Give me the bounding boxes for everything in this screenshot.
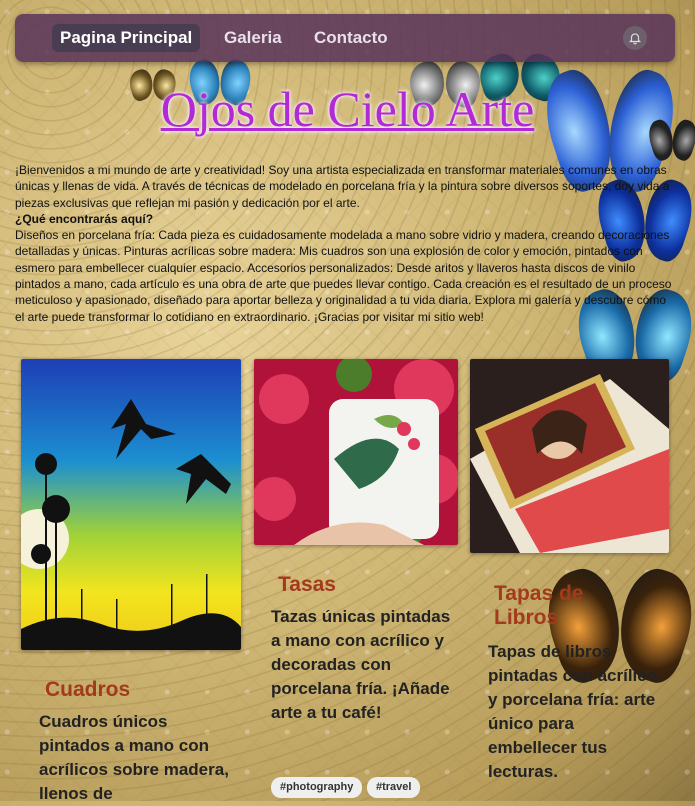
intro-paragraph: ¡Bienvenidos a mi mundo de arte y creati… [15,163,670,210]
card-title-cuadros[interactable]: Cuadros [45,678,130,702]
card-image-tapas[interactable] [470,359,669,553]
card-image-cuadros[interactable] [21,359,241,650]
nav-link-contact[interactable]: Contacto [306,24,396,52]
card-title-tasas[interactable]: Tasas [278,573,336,597]
bell-icon[interactable] [623,26,647,50]
tag-travel[interactable]: #travel [367,777,421,798]
card-desc-tasas: Tazas únicas pintadas a mano con acrílic… [271,607,451,722]
tag-photography[interactable]: #photography [271,777,363,798]
intro-text: ¡Bienvenidos a mi mundo de arte y creati… [15,162,677,325]
nav-link-gallery[interactable]: Galeria [216,24,290,52]
card-image-tasas[interactable] [254,359,458,545]
intro-heading: ¿Qué encontrarás aquí? [15,211,154,226]
nav-link-home[interactable]: Pagina Principal [52,24,201,52]
card-desc-tapas: Tapas de libros pintadas con acrílico y … [488,642,658,781]
top-navbar: Pagina Principal Galeria Contacto [15,14,675,62]
card-title-tapas[interactable]: Tapas de Libros [494,582,604,630]
intro-paragraph: Diseños en porcelana fría: Cada pieza es… [15,228,672,324]
site-title[interactable]: Ojos de Cielo Arte [0,80,695,138]
card-desc-cuadros: Cuadros únicos pintados a mano con acríl… [39,712,229,803]
